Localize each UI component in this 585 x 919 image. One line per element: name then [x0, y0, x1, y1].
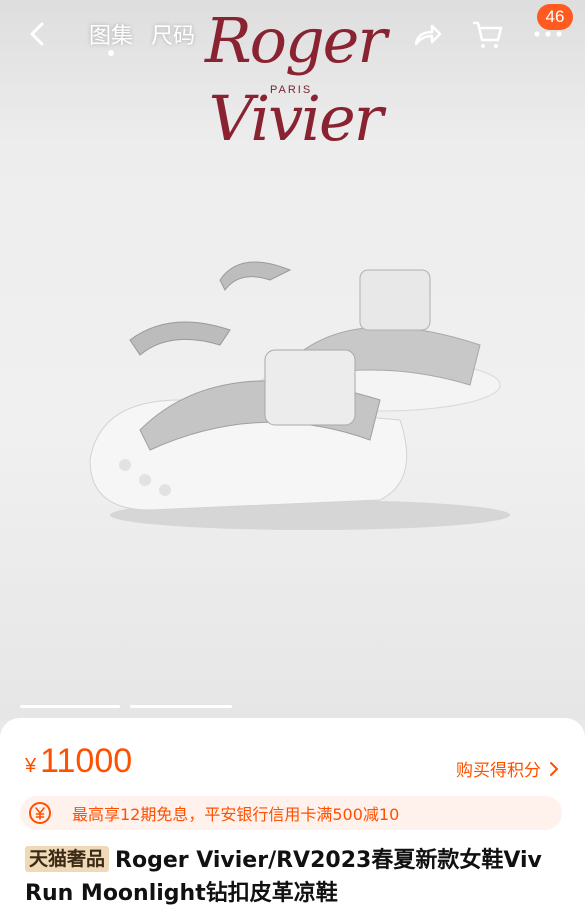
gallery-tabs: 图集 尺码: [89, 18, 195, 56]
price: ¥11000: [25, 742, 132, 781]
tmall-luxury-tag: 天猫奢品: [25, 846, 110, 872]
cart-count-badge: 46: [537, 4, 573, 30]
share-icon[interactable]: [412, 20, 442, 48]
product-info-card: ¥11000 购买得积分 最高享12期免息，平安银行信用卡满500减10 天猫奢…: [0, 718, 585, 919]
promo-text: 最高享12期免息，平安银行信用卡满500减10: [72, 805, 400, 824]
tab-size[interactable]: 尺码: [151, 18, 195, 50]
back-chevron-icon[interactable]: [24, 18, 52, 50]
gallery-indicator-2: [130, 705, 232, 708]
yen-coupon-icon: [29, 802, 51, 824]
tab-gallery[interactable]: 图集: [89, 18, 133, 56]
product-image-gallery[interactable]: Roger Vivier PARIS 图集 尺码 46: [0, 0, 585, 720]
promo-banner[interactable]: 最高享12期免息，平安银行信用卡满500减10: [20, 796, 562, 830]
price-value: 11000: [40, 742, 133, 780]
brand-sub: PARIS: [270, 84, 313, 96]
price-currency-symbol: ¥: [25, 755, 37, 777]
product-sandal-image: [89, 261, 510, 530]
cart-icon[interactable]: [471, 18, 503, 50]
gallery-indicator-1: [20, 705, 120, 708]
chevron-right-icon: [550, 761, 558, 776]
product-title: 天猫奢品 Roger Vivier/RV2023春夏新款女鞋Viv Run Moo…: [25, 844, 565, 910]
points-link[interactable]: 购买得积分: [456, 756, 559, 781]
points-label: 购买得积分: [456, 761, 541, 781]
top-bar: 图集 尺码 46: [0, 0, 585, 70]
